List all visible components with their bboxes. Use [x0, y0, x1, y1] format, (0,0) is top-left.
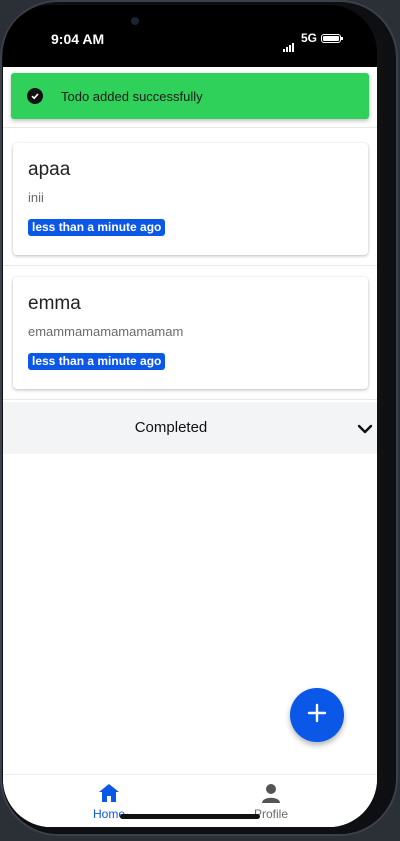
front-camera: [131, 17, 139, 25]
time-badge: less than a minute ago: [28, 219, 166, 236]
bottom-navigation: Home Profile: [3, 774, 377, 827]
todo-title: emma: [28, 293, 81, 314]
divider: [3, 399, 377, 400]
todo-description: inii: [28, 190, 44, 205]
phone-screen: 9:04 AM 5G Todo added successfully apaa …: [3, 5, 377, 827]
signal-icon: [283, 36, 295, 52]
completed-label: Completed: [134, 419, 208, 436]
todo-title: apaa: [28, 159, 71, 180]
divider: [3, 265, 377, 266]
person-icon: [231, 783, 311, 806]
phone-mockup: 9:04 AM 5G Todo added successfully apaa …: [0, 0, 400, 841]
phone-edge: [377, 40, 383, 790]
home-icon: [69, 783, 149, 806]
status-bar: 9:04 AM 5G: [3, 5, 377, 65]
time-badge: less than a minute ago: [28, 353, 166, 370]
plus-icon: [307, 703, 327, 728]
check-circle-icon: [27, 88, 43, 104]
toast-message: Todo added successfully: [61, 88, 203, 104]
success-toast[interactable]: Todo added successfully: [11, 73, 369, 119]
divider: [3, 127, 377, 128]
completed-section-header[interactable]: Completed: [3, 402, 377, 454]
status-time: 9:04 AM: [51, 31, 105, 47]
chevron-down-icon: [357, 421, 373, 439]
todo-card[interactable]: emma emammamamamamamam less than a minut…: [13, 277, 368, 389]
add-todo-button[interactable]: [290, 688, 344, 742]
todo-card[interactable]: apaa inii less than a minute ago: [13, 143, 368, 255]
battery-icon: [321, 34, 343, 43]
app-content: Todo added successfully apaa inii less t…: [3, 67, 377, 827]
home-indicator[interactable]: [120, 814, 260, 819]
network-type: 5G: [301, 31, 318, 45]
todo-description: emammamamamamamam: [28, 324, 184, 339]
